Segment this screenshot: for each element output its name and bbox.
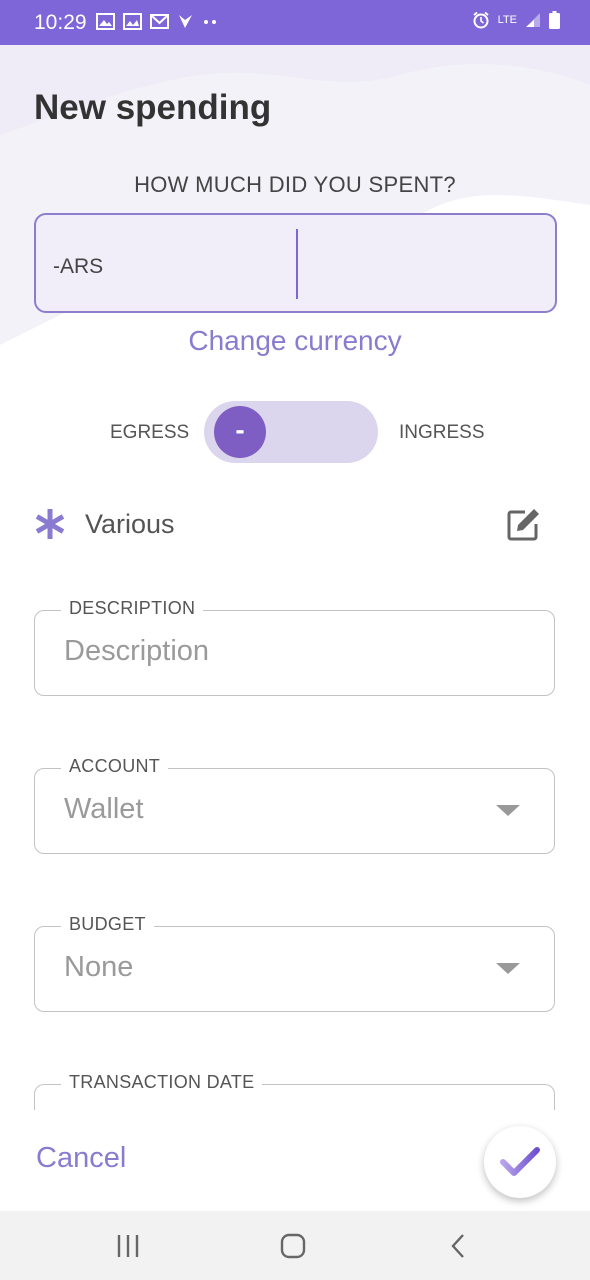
status-notification-icons	[96, 13, 218, 30]
change-currency-link[interactable]: Change currency	[0, 325, 590, 357]
amount-input[interactable]: -ARS	[34, 213, 557, 313]
description-placeholder: Description	[64, 635, 210, 667]
budget-value: None	[64, 951, 134, 983]
egress-ingress-toggle[interactable]: -	[204, 401, 378, 463]
check-icon	[500, 1147, 540, 1176]
signal-icon	[526, 13, 540, 27]
battery-icon	[549, 11, 560, 29]
home-icon[interactable]	[280, 1233, 306, 1259]
transaction-date-legend: TRANSACTION DATE	[61, 1072, 263, 1093]
budget-select[interactable]: BUDGET None	[34, 914, 555, 1012]
lte-icon: LTE	[497, 13, 517, 26]
page-title: New spending	[34, 88, 272, 127]
account-value: Wallet	[64, 793, 144, 825]
amount-prompt: HOW MUCH DID YOU SPENT?	[134, 172, 456, 197]
photo-icon	[123, 13, 142, 30]
chevron-down-icon	[496, 805, 520, 816]
account-legend: ACCOUNT	[61, 756, 169, 777]
category-label: Various	[85, 509, 175, 539]
edit-icon[interactable]	[505, 507, 541, 543]
system-nav-bar	[0, 1211, 590, 1280]
recents-icon[interactable]	[116, 1233, 140, 1259]
status-bar: 10:29 LTE	[0, 0, 590, 45]
ingress-label[interactable]: INGRESS	[399, 422, 485, 444]
status-system-icons: LTE	[472, 11, 560, 29]
transaction-date-field[interactable]: TRANSACTION DATE	[34, 1072, 555, 1111]
text-cursor	[296, 229, 298, 299]
image-icon	[96, 13, 115, 30]
back-icon[interactable]	[448, 1233, 468, 1259]
description-legend: DESCRIPTION	[61, 598, 204, 619]
account-select[interactable]: ACCOUNT Wallet	[34, 756, 555, 854]
budget-legend: BUDGET	[61, 914, 154, 935]
asterisk-icon	[35, 509, 65, 539]
egress-label[interactable]: EGRESS	[110, 422, 189, 444]
more-dots-icon	[204, 20, 216, 24]
toggle-knob[interactable]: -	[214, 406, 266, 458]
check-icon	[179, 15, 192, 28]
description-field[interactable]: DESCRIPTION Description	[34, 598, 555, 696]
cancel-button[interactable]: Cancel	[36, 1142, 126, 1175]
currency-prefix: -ARS	[53, 255, 104, 278]
category-row[interactable]: Various	[34, 505, 553, 545]
gmail-icon	[150, 14, 169, 29]
alarm-icon	[473, 11, 489, 29]
status-time: 10:29	[34, 11, 87, 34]
confirm-button[interactable]	[484, 1126, 556, 1198]
chevron-down-icon	[496, 963, 520, 974]
